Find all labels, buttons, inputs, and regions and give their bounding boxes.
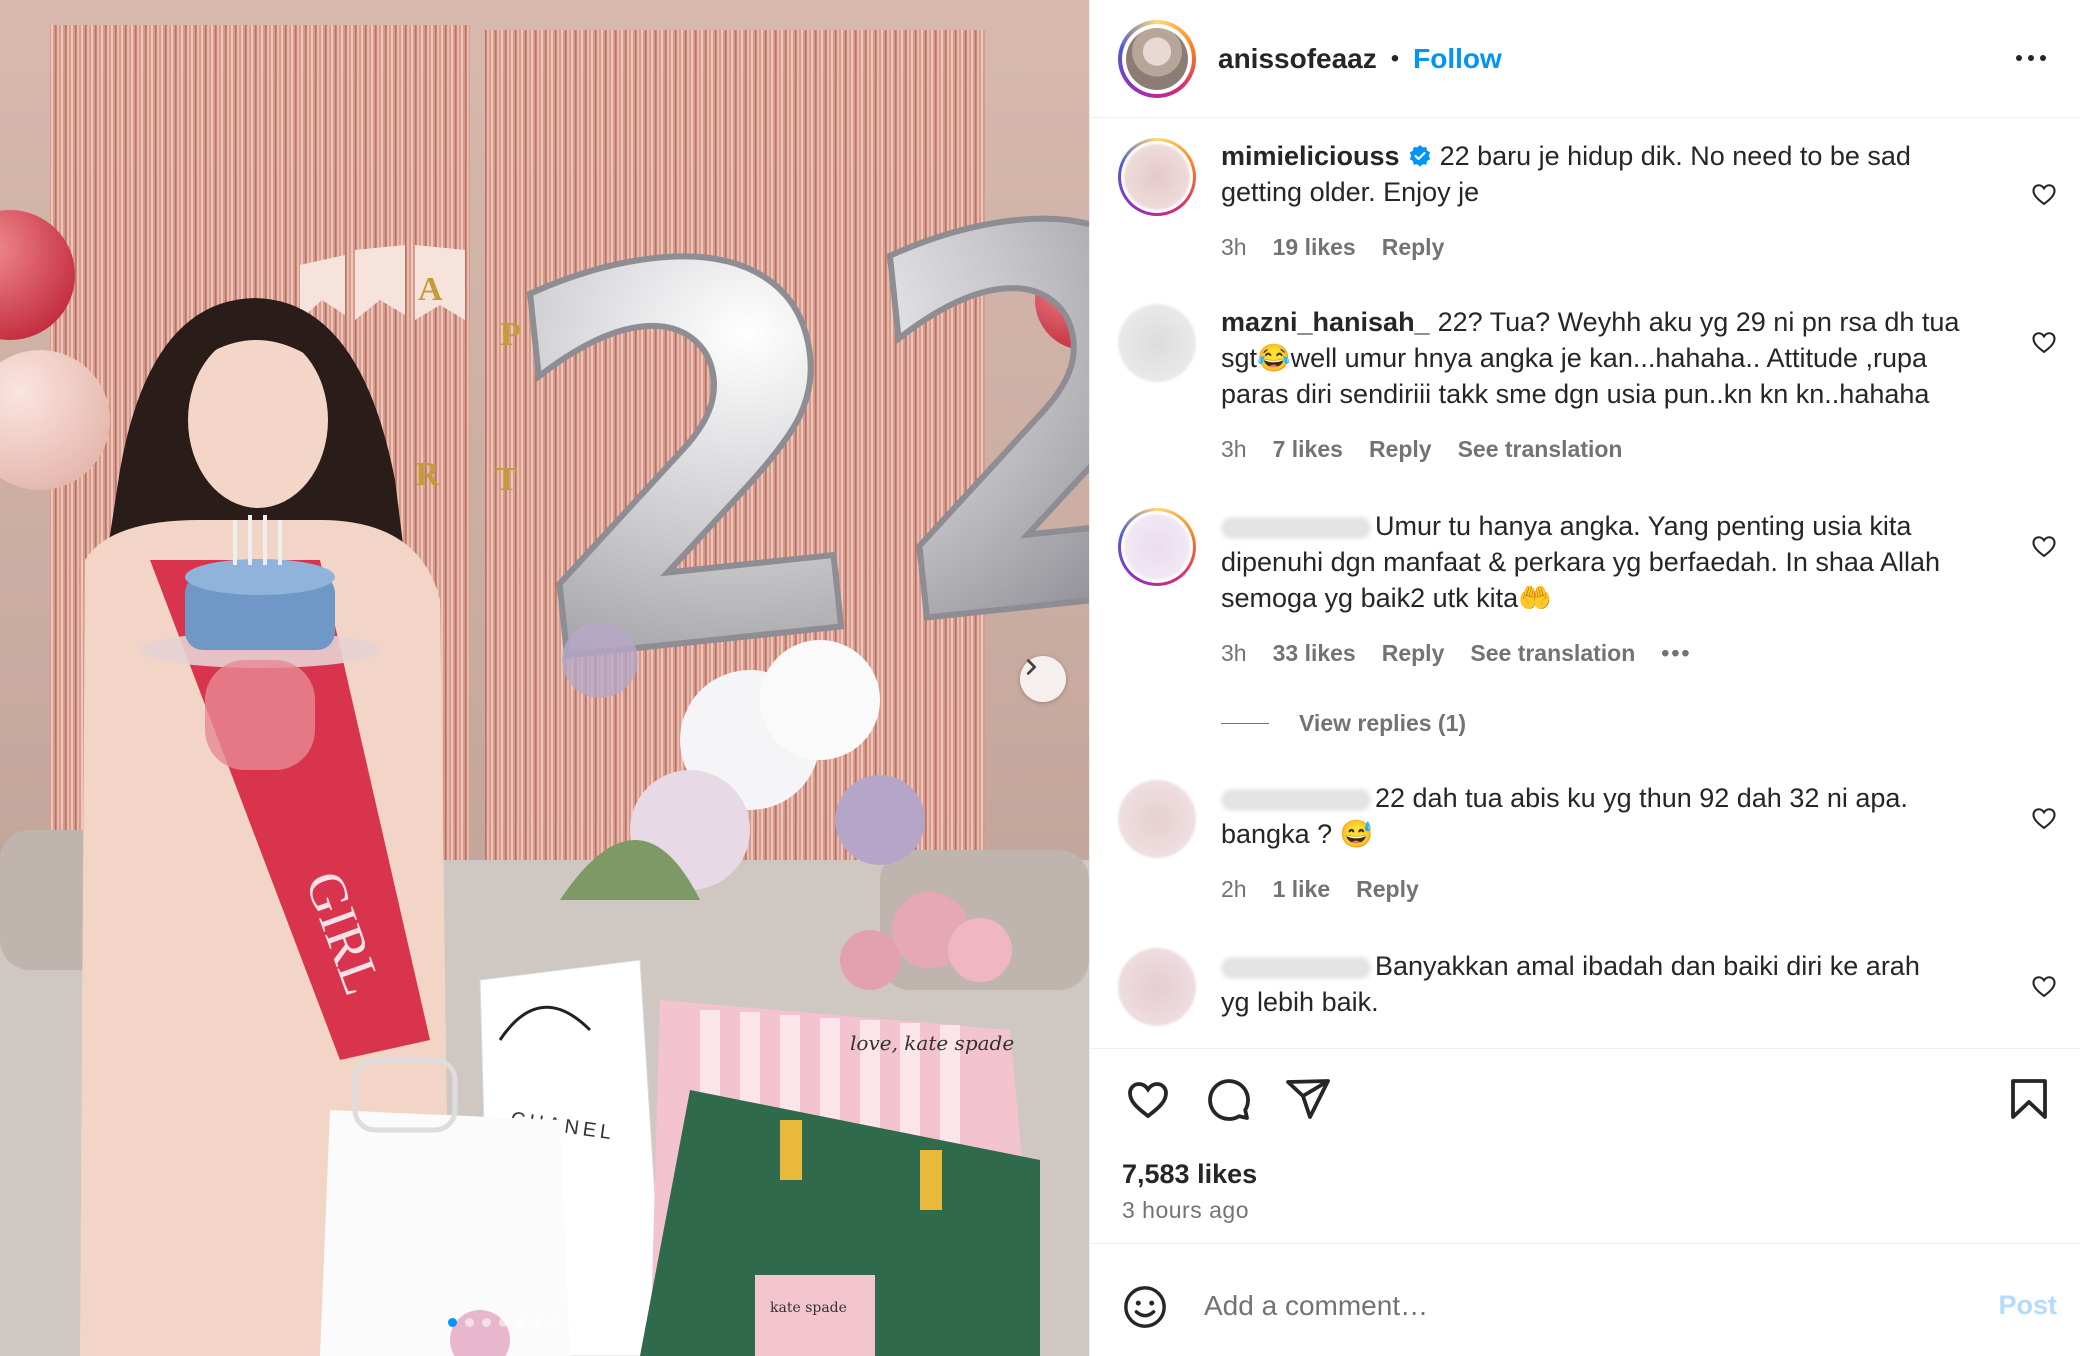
comment-time[interactable]: 3h [1221, 436, 1247, 463]
commenter-username[interactable]: mimieliciouss [1221, 141, 1400, 171]
post-time[interactable]: 3 hours ago [1122, 1197, 1249, 1224]
carousel-dot [584, 1318, 593, 1327]
carousel-dot [567, 1318, 576, 1327]
tag-text: kate spade [770, 1300, 847, 1316]
commenter-username-redacted [1221, 956, 1371, 979]
carousel-dot [499, 1318, 508, 1327]
chevron-right-icon [1026, 659, 1037, 675]
commenter-username-redacted [1221, 516, 1371, 539]
emoji-icon[interactable] [1122, 1284, 1168, 1330]
comment-meta: 3h 19 likes Reply [1221, 234, 1444, 261]
comment-text: Banyakkan amal ibadah dan baiki diri ke … [1221, 948, 1971, 1020]
comment-line: bangka ? 😅 [1221, 819, 1374, 849]
comment-time[interactable]: 3h [1221, 640, 1247, 667]
photo-illustration: A P R T 22 GIRL CHANEL love, kate spade … [0, 0, 1089, 1356]
comment-line: Banyakkan amal ibadah dan baiki diri ke … [1375, 951, 1920, 981]
comment-text: Umur tu hanya angka. Yang penting usia k… [1221, 508, 1971, 616]
post-actions: 7,583 likes 3 hours ago [1090, 1048, 2080, 1243]
carousel-next-button[interactable] [1020, 656, 1066, 702]
comment-likes[interactable]: 19 likes [1273, 234, 1356, 261]
comment-text: mazni_hanisah_ 22? Tua? Weyhh aku yg 29 n… [1221, 304, 1971, 412]
likes-count[interactable]: 7,583 likes [1122, 1159, 1257, 1190]
reply-button[interactable]: Reply [1356, 876, 1419, 903]
comment-line: sgt😂well umur hnya angka je kan...hahaha… [1221, 343, 1928, 373]
carousel-dot [550, 1318, 559, 1327]
see-translation-button[interactable]: See translation [1458, 436, 1623, 463]
comment-line: getting older. Enjoy je [1221, 177, 1480, 207]
comment-line: Umur tu hanya angka. Yang penting usia k… [1375, 511, 1912, 541]
comment-line: 22 dah tua abis ku yg thun 92 dah 32 ni … [1375, 783, 1908, 813]
comment-heart-icon[interactable] [2030, 328, 2058, 356]
carousel-dot [465, 1318, 474, 1327]
view-replies-label: View replies (1) [1299, 710, 1467, 736]
comment-heart-icon[interactable] [2030, 532, 2058, 560]
commenter-avatar[interactable] [1118, 780, 1196, 858]
comment-text: 22 dah tua abis ku yg thun 92 dah 32 ni … [1221, 780, 1971, 852]
bag-script: love, kate spade [850, 1031, 1014, 1055]
commenter-avatar[interactable] [1118, 508, 1196, 586]
carousel-indicator [448, 1318, 610, 1327]
more-options-icon[interactable] [2011, 38, 2051, 78]
comment-heart-icon[interactable] [2030, 972, 2058, 1000]
comment-line: paras diri sendiriii takk sme dgn usia p… [1221, 379, 1930, 409]
post-sidebar: anissofeaaz • Follow mimieliciouss 22 bar… [1089, 0, 2080, 1356]
replies-divider [1221, 723, 1269, 724]
reply-button[interactable]: Reply [1382, 640, 1445, 667]
carousel-dot [448, 1318, 457, 1327]
carousel-dot [601, 1318, 610, 1327]
owner-avatar[interactable] [1118, 19, 1196, 98]
carousel-dot [533, 1318, 542, 1327]
comment-heart-icon[interactable] [2030, 804, 2058, 832]
share-icon[interactable] [1284, 1075, 1332, 1123]
carousel-dot [516, 1318, 525, 1327]
see-translation-button[interactable]: See translation [1470, 640, 1635, 667]
comment-text: mimieliciouss 22 baru je hidup dik. No ne… [1221, 138, 1971, 210]
comment-line: yg lebih baik. [1221, 987, 1379, 1017]
verified-badge-icon [1409, 145, 1430, 167]
reply-button[interactable]: Reply [1369, 436, 1432, 463]
comment-time[interactable]: 2h [1221, 876, 1247, 903]
post-comment-button[interactable]: Post [1998, 1290, 2057, 1321]
comment-input[interactable] [1204, 1278, 1904, 1334]
carousel-dot [482, 1318, 491, 1327]
commenter-avatar[interactable] [1118, 948, 1196, 1026]
comment-line: semoga yg baik2 utk kita🤲 [1221, 583, 1552, 613]
comment-meta: 2h 1 like Reply [1221, 876, 1419, 903]
view-replies-button[interactable]: View replies (1) [1221, 710, 1466, 737]
banner-letter-r: R [415, 456, 440, 493]
comment-line: 22 baru je hidup dik. No need to be sad [1439, 141, 1911, 171]
bookmark-icon[interactable] [2005, 1075, 2053, 1123]
commenter-username-redacted [1221, 788, 1371, 811]
comment-line: 22? Tua? Weyhh aku yg 29 ni pn rsa dh tu… [1437, 307, 1960, 337]
add-comment-bar: Post [1090, 1243, 2080, 1356]
reply-button[interactable]: Reply [1382, 234, 1445, 261]
comment-meta: 3h 33 likes Reply See translation ••• [1221, 640, 1691, 667]
follow-button[interactable]: Follow [1413, 43, 1502, 75]
comment-likes[interactable]: 7 likes [1273, 436, 1343, 463]
post-header: anissofeaaz • Follow [1090, 0, 2080, 118]
comment-meta: 3h 7 likes Reply See translation [1221, 436, 1622, 463]
comment-heart-icon[interactable] [2030, 180, 2058, 208]
comment-line: dipenuhi dgn manfaat & perkara yg berfae… [1221, 547, 1941, 577]
commenter-username[interactable]: mazni_hanisah_ [1221, 307, 1430, 337]
comment-options-icon[interactable]: ••• [1661, 640, 1691, 667]
comments-list: mimieliciouss 22 baru je hidup dik. No ne… [1090, 118, 2080, 1048]
comment-icon[interactable] [1204, 1075, 1252, 1123]
header-separator: • [1390, 44, 1400, 72]
comment-likes[interactable]: 1 like [1273, 876, 1331, 903]
post-photo[interactable]: A P R T 22 GIRL CHANEL love, kate spade … [0, 0, 1089, 1356]
heart-icon[interactable] [1124, 1075, 1172, 1123]
banner-letter-a: A [418, 271, 443, 308]
owner-username[interactable]: anissofeaaz [1218, 43, 1377, 75]
comment-time[interactable]: 3h [1221, 234, 1247, 261]
comment-likes[interactable]: 33 likes [1273, 640, 1356, 667]
commenter-avatar[interactable] [1118, 138, 1196, 216]
commenter-avatar[interactable] [1118, 304, 1196, 382]
